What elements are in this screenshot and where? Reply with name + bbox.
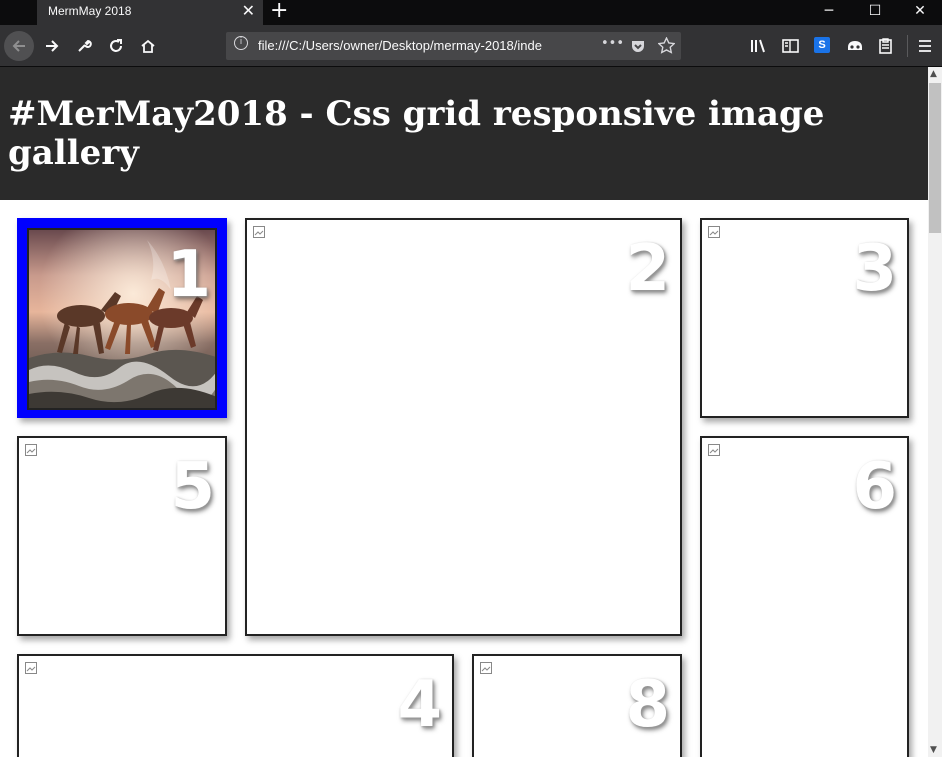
library-icon[interactable] [750,38,767,54]
reload-button[interactable] [102,32,130,60]
scroll-up-icon[interactable]: ▲ [930,69,937,79]
home-icon [141,39,155,53]
gallery-item-1[interactable]: 1 [17,218,227,418]
broken-image-icon [708,444,720,456]
gallery-item-4[interactable]: 4 [17,654,454,757]
item-number: 8 [625,668,670,742]
page-actions-icon[interactable]: ••• [601,36,624,51]
home-button[interactable] [134,32,162,60]
bookmark-star-icon[interactable] [658,37,675,54]
broken-image-icon [253,226,265,238]
new-tab-button[interactable]: + [270,0,288,23]
item-number: 2 [625,232,670,306]
forward-button[interactable] [38,32,66,60]
vertical-scrollbar[interactable]: ▲ ▼ [928,67,942,757]
extension-mask-icon[interactable] [846,38,864,54]
minimize-button[interactable]: ─ [806,0,852,25]
tab-mermay[interactable]: MermMay 2018 ✕ [37,0,263,25]
url-text[interactable]: file:///C:/Users/owner/Desktop/mermay-20… [258,38,542,53]
close-window-button[interactable]: ✕ [897,0,942,25]
sidebar-icon[interactable] [782,38,799,54]
pocket-icon[interactable] [630,38,646,54]
broken-image-icon [25,444,37,456]
extension-s-icon[interactable]: S [814,37,830,53]
reload-icon [110,39,122,52]
page-title: #MerMay2018 - Css grid responsive image … [8,94,825,173]
gallery-item-3[interactable]: 3 [700,218,909,418]
gallery-item-2[interactable]: 2 [245,218,682,636]
scrollbar-thumb[interactable] [929,83,941,233]
arrow-left-icon [12,40,25,52]
maximize-button[interactable]: ☐ [852,0,898,25]
url-bar[interactable]: i file:///C:/Users/owner/Desktop/mermay-… [226,32,681,60]
gallery-item-6[interactable]: 6 [700,436,909,757]
clipboard-icon[interactable] [878,37,893,54]
scroll-down-icon[interactable]: ▼ [930,745,937,755]
customize-button[interactable] [70,32,98,60]
gallery-item-5[interactable]: 5 [17,436,227,636]
broken-image-icon [480,662,492,674]
hamburger-menu-icon[interactable] [918,39,932,53]
toolbar-separator [907,35,908,57]
wrench-icon [78,39,92,52]
arrow-right-icon [46,40,59,52]
gallery-item-8[interactable]: 8 [472,654,682,757]
navigation-toolbar: i file:///C:/Users/owner/Desktop/mermay-… [0,25,942,67]
back-button[interactable] [4,31,34,61]
item-number: 1 [166,238,211,312]
site-info-icon[interactable]: i [234,36,248,50]
item-number: 3 [852,232,897,306]
tab-title: MermMay 2018 [48,4,132,18]
tab-close-icon[interactable]: ✕ [242,1,255,20]
broken-image-icon [25,662,37,674]
item-number: 6 [852,450,897,524]
page-header: #MerMay2018 - Css grid responsive image … [0,67,928,200]
tab-strip: MermMay 2018 ✕ + ─ ☐ ✕ [0,0,942,25]
item-number: 5 [170,450,215,524]
page-viewport: #MerMay2018 - Css grid responsive image … [0,67,928,757]
item-number: 4 [397,668,442,742]
broken-image-icon [708,226,720,238]
